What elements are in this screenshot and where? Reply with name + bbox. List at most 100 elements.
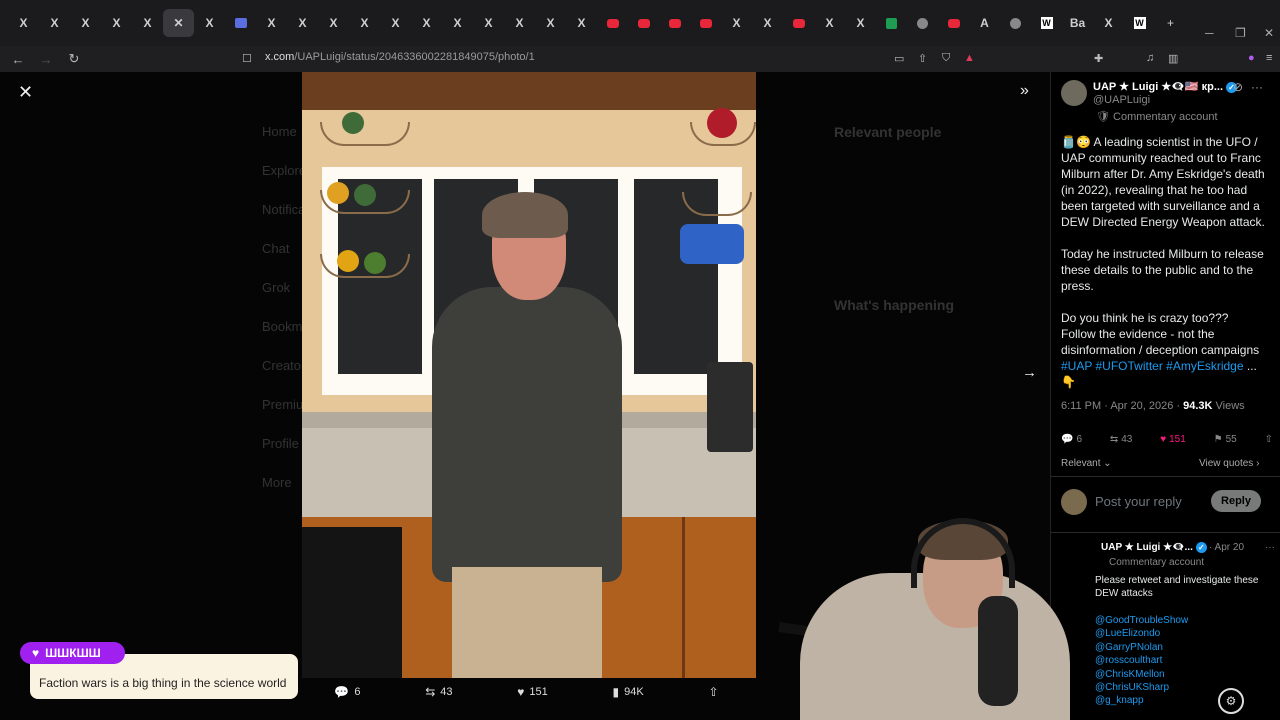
browser-tab[interactable]: W	[1124, 9, 1155, 37]
browser-tab[interactable]: W	[1031, 9, 1062, 37]
next-photo-icon[interactable]: →	[1022, 364, 1037, 381]
like-button[interactable]: ♥ 151	[1160, 434, 1186, 445]
browser-tab[interactable]	[597, 9, 628, 37]
browser-tab[interactable]: X	[380, 9, 411, 37]
grok-icon[interactable]: ⊘	[1233, 80, 1243, 94]
mention-link[interactable]: @GoodTroubleShow	[1095, 614, 1188, 627]
extensions-icon[interactable]: ✚	[1094, 52, 1103, 65]
browser-tab[interactable]	[783, 9, 814, 37]
globe-icon	[1010, 17, 1021, 29]
reply-input[interactable]: Post your reply	[1095, 494, 1182, 509]
minimize-icon[interactable]: ─	[1205, 26, 1214, 40]
mention-link[interactable]: @LueElizondo	[1095, 627, 1188, 640]
mention-link[interactable]: @ChrisKMellon	[1095, 668, 1188, 681]
browser-tab[interactable]: X	[411, 9, 442, 37]
more-icon[interactable]: ···	[1265, 542, 1275, 553]
share-icon[interactable]: ⇧	[918, 52, 927, 65]
views-button[interactable]: ▮ 94K	[613, 685, 644, 699]
retweet-button[interactable]: ⇆ 43	[425, 685, 452, 699]
browser-tab[interactable]: X	[318, 9, 349, 37]
url-field[interactable]: x.com/UAPLuigi/status/204633600228184907…	[265, 51, 535, 63]
more-icon[interactable]: ···	[1251, 80, 1263, 94]
browser-tab[interactable]	[225, 9, 256, 37]
browser-tab[interactable]: X	[504, 9, 535, 37]
ghost-nav-item: Chat	[262, 241, 290, 256]
x-logo-icon: X	[143, 16, 152, 30]
back-icon[interactable]: ←	[8, 52, 28, 67]
tweet-photo[interactable]	[302, 72, 756, 678]
hashtag-link[interactable]: #UFOTwitter	[1095, 359, 1162, 373]
browser-tab[interactable]	[690, 9, 721, 37]
bookmark-button[interactable]: ⚑ 55	[1214, 434, 1237, 445]
browser-tab[interactable]: X	[1093, 9, 1124, 37]
close-icon[interactable]: ✕	[18, 82, 33, 103]
reload-icon[interactable]: ↻	[64, 51, 84, 67]
browser-tab[interactable]: X	[721, 9, 752, 37]
display-name[interactable]: UAP ★ Luigi ★👁️‍🗨️🇺🇸 кр... ✓	[1093, 80, 1238, 93]
browser-tab[interactable]	[876, 9, 907, 37]
browser-tab[interactable]: X	[101, 9, 132, 37]
reply-submit-button[interactable]: Reply	[1211, 490, 1261, 512]
mention-link[interactable]: @GarryPNolan	[1095, 641, 1188, 654]
maximize-icon[interactable]: ❐	[1235, 26, 1246, 40]
browser-tab[interactable]: X	[8, 9, 39, 37]
browser-tab[interactable]: X	[39, 9, 70, 37]
reply-button[interactable]: 💬 6	[334, 685, 360, 699]
sort-relevant-dropdown[interactable]: Relevant ⌄	[1061, 458, 1112, 469]
browser-tab[interactable]: X	[132, 9, 163, 37]
like-button[interactable]: ♥ 151	[517, 685, 547, 699]
ghost-nav-item: Home	[262, 124, 297, 139]
expand-sidebar-icon[interactable]: »	[1020, 82, 1029, 100]
sidebar-icon[interactable]: ▥	[1168, 52, 1178, 65]
music-icon[interactable]: ♫	[1146, 52, 1154, 64]
hashtag-link[interactable]: #AmyEskridge	[1166, 359, 1243, 373]
browser-tab[interactable]: X	[752, 9, 783, 37]
browser-tab[interactable]: X	[349, 9, 380, 37]
tweet-sidebar: UAP ★ Luigi ★👁️‍🗨️🇺🇸 кр... ✓ @UAPLuigi ⊘ …	[1050, 72, 1280, 720]
avatar[interactable]	[1061, 80, 1087, 106]
browser-tab[interactable]	[628, 9, 659, 37]
retweet-button[interactable]: ⇆ 43	[1110, 434, 1133, 445]
browser-tab[interactable]: ✕	[163, 9, 194, 37]
rewards-icon[interactable]: ▲	[964, 52, 975, 64]
wallet-icon[interactable]: ●	[1248, 52, 1255, 64]
ghost-nav-item: Explore	[262, 163, 307, 178]
browser-tab[interactable]: A	[969, 9, 1000, 37]
browser-tab[interactable]: X	[442, 9, 473, 37]
share-button[interactable]: ⇧	[1265, 434, 1273, 445]
browser-tab[interactable]	[907, 9, 938, 37]
reply-author[interactable]: UAP ★ Luigi ★👁️‍🗨️... ✓	[1101, 542, 1207, 553]
forward-icon[interactable]: →	[36, 52, 56, 67]
x-logo-icon: X	[360, 16, 369, 30]
hashtag-link[interactable]: #UAP	[1061, 359, 1092, 373]
new-tab-button[interactable]: +	[1155, 9, 1186, 37]
browser-tab[interactable]: X	[194, 9, 225, 37]
reply-icon: 💬	[334, 685, 350, 699]
mention-link[interactable]: @rosscoulthart	[1095, 654, 1188, 667]
browser-tab[interactable]: X	[535, 9, 566, 37]
bookmark-icon[interactable]: ☐	[242, 52, 252, 65]
browser-tab[interactable]: X	[287, 9, 318, 37]
browser-tab[interactable]: X	[845, 9, 876, 37]
webcam-overlay	[778, 518, 1078, 720]
mention-link[interactable]: @ChrisUKSharp	[1095, 681, 1188, 694]
cast-icon[interactable]: ▭	[894, 52, 904, 65]
x-logo-icon: X	[825, 16, 834, 30]
menu-icon[interactable]: ≡	[1266, 52, 1272, 64]
window-close-icon[interactable]: ✕	[1264, 26, 1274, 40]
browser-tab[interactable]	[659, 9, 690, 37]
browser-tab[interactable]: X	[814, 9, 845, 37]
browser-tab[interactable]: Ba	[1062, 9, 1093, 37]
reply-button[interactable]: 💬 6	[1061, 434, 1082, 445]
view-quotes-link[interactable]: View quotes ›	[1199, 458, 1259, 469]
browser-tab[interactable]	[938, 9, 969, 37]
shield-icon[interactable]: ⛉	[942, 52, 950, 65]
browser-tab[interactable]: X	[473, 9, 504, 37]
share-button[interactable]: ⇧	[709, 685, 724, 699]
browser-tab[interactable]: X	[566, 9, 597, 37]
browser-tab[interactable]: X	[256, 9, 287, 37]
browser-tab[interactable]	[1000, 9, 1031, 37]
browser-tab[interactable]: X	[70, 9, 101, 37]
handle[interactable]: @UAPLuigi	[1093, 94, 1150, 106]
mention-link[interactable]: @g_knapp	[1095, 694, 1188, 707]
